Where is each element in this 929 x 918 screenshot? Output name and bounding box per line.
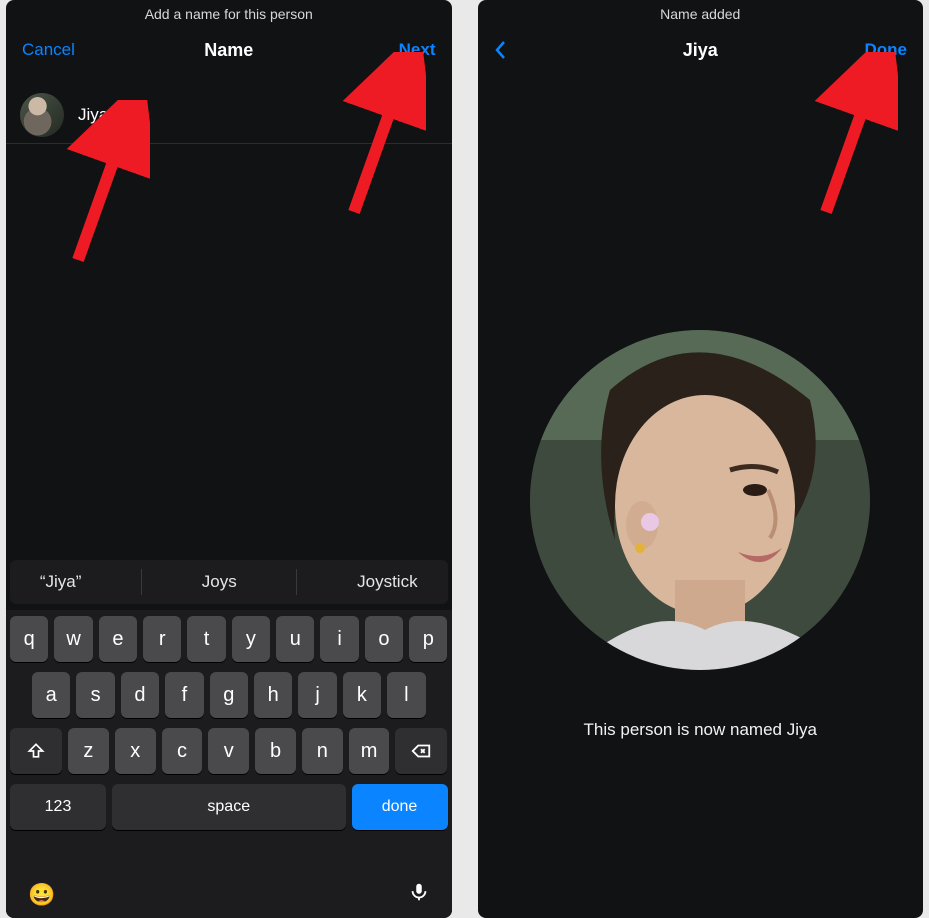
key-o[interactable]: o [365,616,403,662]
key-backspace[interactable] [395,728,447,774]
key-p[interactable]: p [409,616,447,662]
back-button[interactable] [494,40,506,60]
key-f[interactable]: f [165,672,203,718]
key-j[interactable]: j [298,672,336,718]
suggestion-2[interactable]: Joys [202,572,237,592]
done-button[interactable]: Done [865,40,908,60]
phone-right: Name added Jiya Done [478,0,924,918]
navbar: Jiya Done [478,28,924,72]
key-t[interactable]: t [187,616,225,662]
mic-icon[interactable] [408,881,430,909]
key-z[interactable]: z [68,728,109,774]
key-g[interactable]: g [210,672,248,718]
key-c[interactable]: c [162,728,203,774]
key-q[interactable]: q [10,616,48,662]
avatar-thumbnail[interactable] [20,93,64,137]
key-x[interactable]: x [115,728,156,774]
name-input-row [6,86,452,144]
person-avatar-large [530,330,870,670]
keyboard-suggestions: “Jiya” Joys Joystick [10,560,448,604]
key-e[interactable]: e [99,616,137,662]
key-r[interactable]: r [143,616,181,662]
key-numbers[interactable]: 123 [10,784,106,830]
nav-title: Name [102,40,356,61]
key-n[interactable]: n [302,728,343,774]
key-shift[interactable] [10,728,62,774]
key-u[interactable]: u [276,616,314,662]
key-w[interactable]: w [54,616,92,662]
confirmation-text: This person is now named Jiya [478,720,924,740]
key-s[interactable]: s [76,672,114,718]
suggestion-divider [296,569,297,595]
key-done[interactable]: done [352,784,448,830]
name-input[interactable] [78,105,278,125]
key-space[interactable]: space [112,784,346,830]
next-button[interactable]: Next [399,40,436,60]
cancel-button[interactable]: Cancel [22,40,75,60]
emoji-icon[interactable]: 😀 [28,882,55,908]
navbar: Cancel Name Next [6,28,452,72]
nav-title: Jiya [574,40,828,61]
suggestion-divider [141,569,142,595]
key-l[interactable]: l [387,672,425,718]
key-i[interactable]: i [320,616,358,662]
key-y[interactable]: y [232,616,270,662]
key-h[interactable]: h [254,672,292,718]
key-d[interactable]: d [121,672,159,718]
key-v[interactable]: v [208,728,249,774]
keyboard-footer: 😀 [6,872,452,918]
key-b[interactable]: b [255,728,296,774]
caption-right: Name added [478,6,924,22]
key-a[interactable]: a [32,672,70,718]
key-m[interactable]: m [349,728,390,774]
suggestion-1[interactable]: “Jiya” [40,572,82,592]
suggestion-3[interactable]: Joystick [357,572,417,592]
caption-left: Add a name for this person [6,6,452,22]
phone-left: Add a name for this person Cancel Name N… [6,0,452,918]
keyboard: q w e r t y u i o p a s d f g h j k l z [6,610,452,872]
annotation-arrow [808,52,898,222]
key-k[interactable]: k [343,672,381,718]
